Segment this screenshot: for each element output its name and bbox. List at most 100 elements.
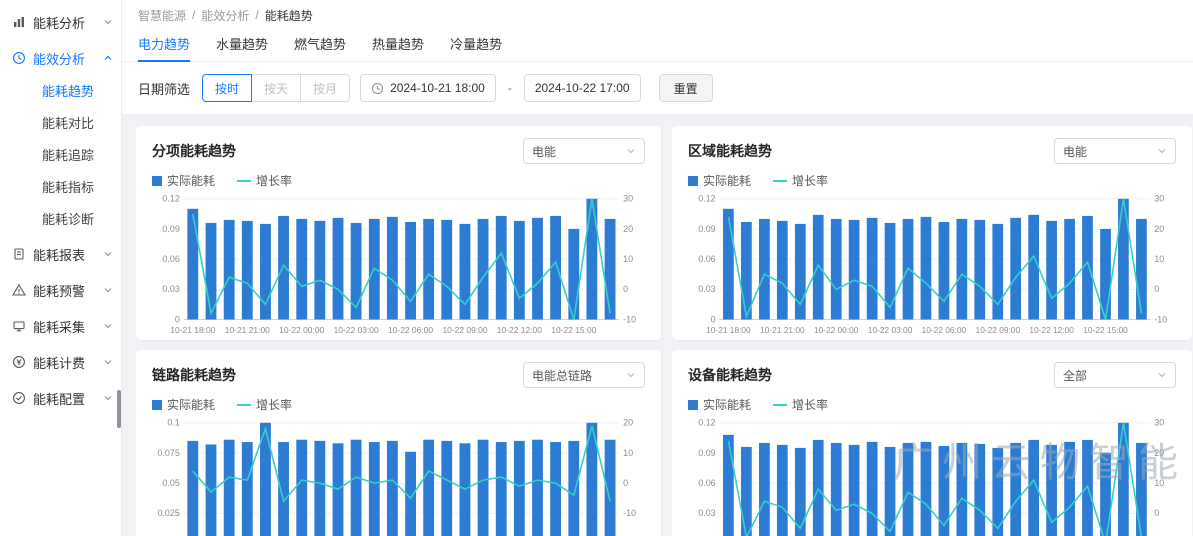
breadcrumb-item[interactable]: 智慧能源 — [138, 7, 186, 24]
chevron-down-icon — [1157, 370, 1167, 380]
svg-text:0: 0 — [1154, 284, 1159, 294]
legend-item-actual-energy[interactable]: 实际能耗 — [688, 172, 751, 189]
by-month-button[interactable]: 按月 — [300, 74, 350, 102]
select-value: 电能 — [1063, 143, 1087, 160]
by-day-button[interactable]: 按天 — [251, 74, 301, 102]
svg-text:10-21 18:00: 10-21 18:00 — [170, 325, 215, 335]
svg-text:0: 0 — [623, 284, 628, 294]
legend-item-actual-energy[interactable]: 实际能耗 — [688, 396, 751, 413]
tab-electric-trend[interactable]: 电力趋势 — [138, 34, 190, 61]
bar-chart-icon — [12, 15, 26, 29]
reset-button[interactable]: 重置 — [659, 74, 713, 102]
svg-text:0.12: 0.12 — [698, 194, 715, 204]
svg-text:10-22 12:00: 10-22 12:00 — [497, 325, 542, 335]
legend-item-actual-energy[interactable]: 实际能耗 — [152, 172, 215, 189]
svg-text:-10: -10 — [623, 508, 636, 518]
svg-text:0.1: 0.1 — [167, 418, 180, 428]
legend-label: 增长率 — [256, 172, 292, 189]
select-value: 全部 — [1063, 367, 1087, 384]
sidebar-item-energy-diagnosis[interactable]: 能耗诊断 — [0, 204, 121, 236]
svg-text:0.09: 0.09 — [698, 224, 715, 234]
svg-text:20: 20 — [623, 224, 633, 234]
granularity-button-group: 按时 按天 按月 — [202, 74, 350, 102]
svg-text:10-22 00:00: 10-22 00:00 — [814, 325, 859, 335]
svg-text:30: 30 — [623, 194, 633, 204]
bar-series-marker — [688, 400, 698, 410]
main-content: 智慧能源 / 能效分析 / 能耗趋势 电力趋势 水量趋势 燃气趋势 热量趋势 冷… — [122, 0, 1193, 536]
chart-title: 链路能耗趋势 — [152, 365, 236, 385]
energy-type-select[interactable]: 电能 — [523, 138, 645, 164]
legend-item-growth-rate[interactable]: 增长率 — [237, 172, 292, 189]
tab-heat-trend[interactable]: 热量趋势 — [372, 34, 424, 61]
svg-text:0: 0 — [1154, 508, 1159, 518]
svg-text:0.03: 0.03 — [162, 284, 179, 294]
date-end-value: 2024-10-22 17:00 — [535, 81, 630, 95]
chart-legend: 实际能耗 增长率 — [688, 396, 1176, 413]
svg-text:10-21 21:00: 10-21 21:00 — [225, 325, 270, 335]
sidebar-item-energy-track[interactable]: 能耗追踪 — [0, 140, 121, 172]
sidebar-item-energy-report[interactable]: 能耗报表 — [0, 236, 121, 272]
chevron-down-icon — [103, 17, 113, 27]
sidebar-item-energy-alert[interactable]: 能耗预警 — [0, 272, 121, 308]
legend-label: 实际能耗 — [703, 396, 751, 413]
sidebar-item-energy-indicator[interactable]: 能耗指标 — [0, 172, 121, 204]
legend-item-growth-rate[interactable]: 增长率 — [773, 396, 828, 413]
chart-card-link-energy: 链路能耗趋势 电能总链路 实际能耗 增长率 0-200.025-100.0500… — [136, 350, 661, 536]
date-start-value: 2024-10-21 18:00 — [390, 81, 485, 95]
legend-label: 增长率 — [792, 396, 828, 413]
sidebar-item-energy-analysis[interactable]: 能耗分析 — [0, 4, 121, 40]
tab-gas-trend[interactable]: 燃气趋势 — [294, 34, 346, 61]
svg-text:0: 0 — [623, 478, 628, 488]
svg-text:10-22 03:00: 10-22 03:00 — [334, 325, 379, 335]
breadcrumb-current: 能耗趋势 — [265, 7, 313, 24]
sidebar-item-energy-config[interactable]: 能耗配置 — [0, 380, 121, 416]
sidebar-item-energy-collection[interactable]: 能耗采集 — [0, 308, 121, 344]
monitor-icon — [12, 319, 26, 333]
svg-text:0.09: 0.09 — [698, 448, 715, 458]
bar-line-chart: 0-100.0300.06100.09200.123010-21 18:0010… — [688, 191, 1176, 337]
sidebar-item-energy-compare[interactable]: 能耗对比 — [0, 108, 121, 140]
sidebar-item-energy-billing[interactable]: 能耗计费 — [0, 344, 121, 380]
svg-text:30: 30 — [1154, 418, 1164, 428]
sidebar: 能耗分析 能效分析 能耗趋势 能耗对比 能耗追踪 能耗指标 能耗诊断 能耗报表 — [0, 0, 122, 536]
date-start-input[interactable]: 2024-10-21 18:00 — [360, 74, 496, 102]
legend-item-actual-energy[interactable]: 实际能耗 — [152, 396, 215, 413]
chart-legend: 实际能耗 增长率 — [688, 172, 1176, 189]
svg-text:10-22 09:00: 10-22 09:00 — [976, 325, 1021, 335]
legend-label: 实际能耗 — [167, 172, 215, 189]
tab-water-trend[interactable]: 水量趋势 — [216, 34, 268, 61]
bar-line-chart: 0-100.0300.06100.09200.123010-21 18:0010… — [152, 191, 645, 337]
device-select[interactable]: 全部 — [1054, 362, 1176, 388]
bar-series-marker — [688, 176, 698, 186]
chart-title: 区域能耗趋势 — [688, 141, 772, 161]
legend-item-growth-rate[interactable]: 增长率 — [237, 396, 292, 413]
chart-legend: 实际能耗 增长率 — [152, 172, 645, 189]
chart-legend: 实际能耗 增长率 — [152, 396, 645, 413]
svg-text:0.12: 0.12 — [162, 194, 179, 204]
link-select[interactable]: 电能总链路 — [523, 362, 645, 388]
svg-text:0.12: 0.12 — [698, 418, 715, 428]
breadcrumb-item[interactable]: 能效分析 — [201, 7, 249, 24]
sidebar-scrollbar[interactable] — [117, 390, 121, 428]
bar-series-marker — [152, 400, 162, 410]
svg-text:10-22 12:00: 10-22 12:00 — [1029, 325, 1074, 335]
sidebar-item-label: 能耗预警 — [33, 281, 103, 300]
tab-cooling-trend[interactable]: 冷量趋势 — [450, 34, 502, 61]
svg-text:10-22 06:00: 10-22 06:00 — [922, 325, 967, 335]
charts-grid: 分项能耗趋势 电能 实际能耗 增长率 0-100.0300.06100.0920… — [122, 114, 1193, 536]
svg-text:0.06: 0.06 — [162, 254, 179, 264]
chevron-down-icon — [626, 370, 636, 380]
energy-type-select[interactable]: 电能 — [1054, 138, 1176, 164]
legend-item-growth-rate[interactable]: 增长率 — [773, 172, 828, 189]
svg-text:0.06: 0.06 — [698, 478, 715, 488]
sidebar-item-label: 能耗计费 — [33, 353, 103, 372]
svg-text:0.09: 0.09 — [162, 224, 179, 234]
billing-icon — [12, 355, 26, 369]
date-end-input[interactable]: 2024-10-22 17:00 — [524, 74, 641, 102]
svg-text:0.03: 0.03 — [698, 284, 715, 294]
by-hour-button[interactable]: 按时 — [202, 74, 252, 102]
select-value: 电能 — [532, 143, 556, 160]
sidebar-item-efficiency-analysis[interactable]: 能效分析 — [0, 40, 121, 76]
legend-label: 实际能耗 — [703, 172, 751, 189]
sidebar-item-energy-trend[interactable]: 能耗趋势 — [0, 76, 121, 108]
